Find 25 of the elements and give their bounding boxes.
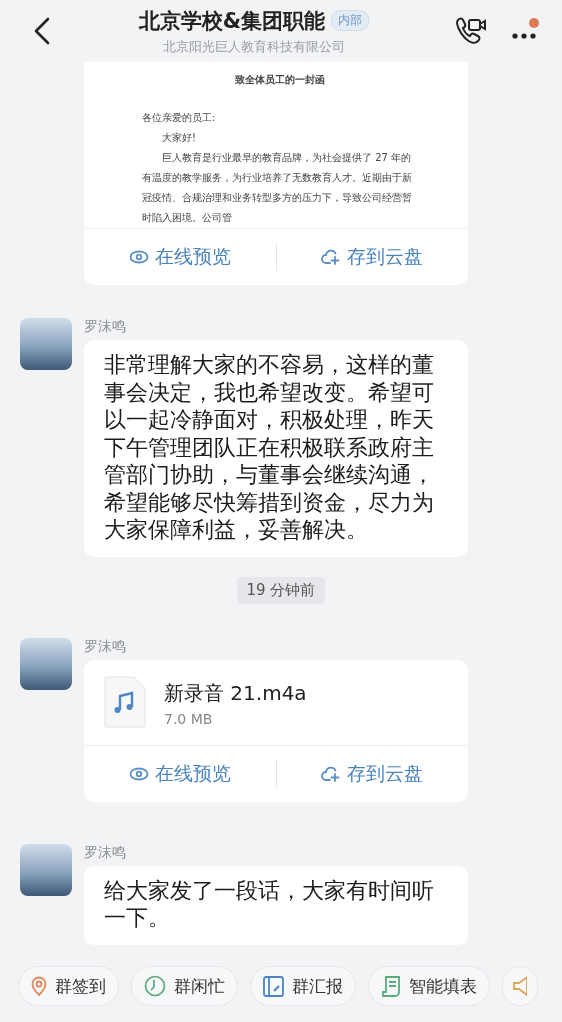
- document-paragraph: 各位亲爱的员工:: [142, 111, 217, 125]
- checkin-shortcut-button[interactable]: 群签到: [18, 966, 119, 1006]
- sender-name: 罗沫鸣: [84, 843, 127, 862]
- document-card[interactable]: 致全体员工的一封函 各位亲爱的员工: 大家好! 巨人教育是行业最早的教育品牌，为社会提供了 27 年的有温度的教学服务，为行业培养了无数教育人才。近期由于新冠疫情、合规治理和业务转型多方的压力下，导致公司经营暂时陷入困境。公司管 在线预览 存到云盘: [84, 62, 468, 285]
- online-preview-button[interactable]: 在线预览: [84, 752, 276, 795]
- company-name: 北京阳光巨人教育科技有限公司: [163, 37, 345, 56]
- file-name: 新录音 21.m4a: [164, 679, 307, 707]
- busy-shortcut-button[interactable]: 群闲忙: [131, 966, 238, 1006]
- sender-name: 罗沫鸣: [84, 318, 127, 336]
- document-paragraph: 巨人教育是行业最早的教育品牌，为社会提供了 27 年的有温度的教学服务，为行业培养了无数教育人才。近期由于新冠疫情、合规治理和业务转型多方的压力下，导致公司经营暂时陷入困境。公司管: [142, 151, 413, 225]
- message-bubble: 给大家发了一段话，大家有时间听一下。: [84, 865, 468, 945]
- sender-name: 罗沫鸣: [84, 637, 127, 656]
- chat-title: 北京学校&集团职能: [138, 7, 326, 35]
- internal-badge: 内部: [331, 10, 370, 31]
- form-shortcut-button[interactable]: 智能填表: [368, 966, 490, 1006]
- online-preview-button[interactable]: 在线预览: [84, 236, 276, 278]
- document-title: 致全体员工的一封函: [234, 73, 326, 87]
- file-card[interactable]: 新录音 21.m4a 7.0 MB 在线预览 存到云盘: [84, 659, 468, 802]
- save-to-cloud-button[interactable]: 存到云盘: [276, 752, 468, 795]
- report-shortcut-button[interactable]: 群汇报: [250, 966, 356, 1006]
- message-bubble: 非常理解大家的不容易，这样的董事会决定，我也希望改变。希望可以一起冷静面对，积极处理，昨天下午管理团队正在积极联系政府主管部门协助，与董事会继续沟通，希望能够尽快筹措到资金，尽力为大家保障利益，妥善解决。: [84, 340, 468, 557]
- save-to-cloud-button[interactable]: 存到云盘: [276, 236, 468, 278]
- timestamp: 19 分钟前: [236, 576, 326, 604]
- document-paragraph: 大家好!: [161, 131, 197, 145]
- file-size: 7.0 MB: [164, 710, 214, 727]
